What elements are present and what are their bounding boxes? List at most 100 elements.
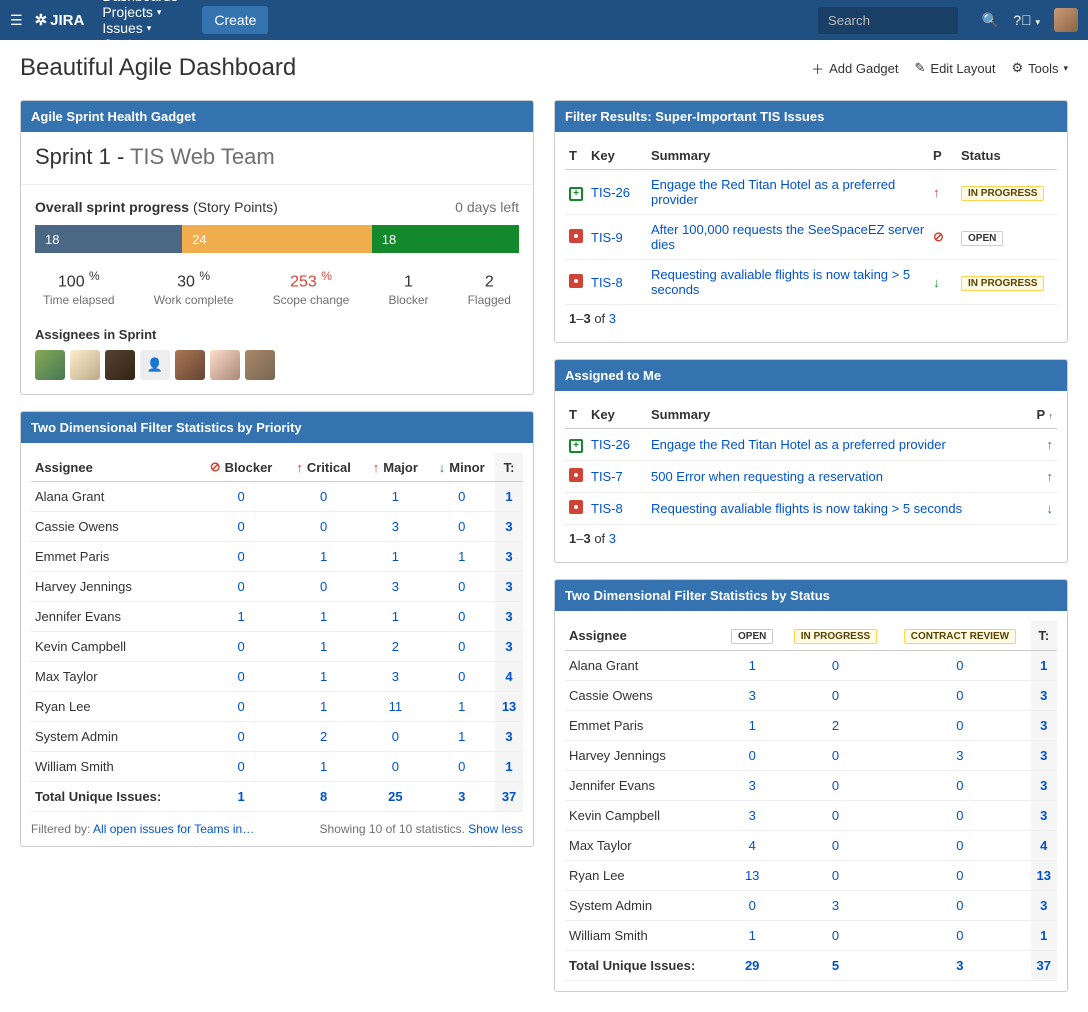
assignee-name[interactable]: System Admin: [31, 722, 197, 752]
row-total[interactable]: 1: [505, 759, 512, 774]
stat-cell[interactable]: 0: [237, 579, 244, 594]
pager-total[interactable]: 3: [609, 531, 616, 546]
stat-cell[interactable]: 1: [320, 699, 327, 714]
stat-cell[interactable]: 1: [458, 729, 465, 744]
assignee-name[interactable]: Alana Grant: [31, 482, 197, 512]
row-total[interactable]: 3: [1040, 718, 1047, 733]
stat-cell[interactable]: 0: [320, 489, 327, 504]
stat-cell[interactable]: 0: [458, 639, 465, 654]
status-col-head[interactable]: CONTRACT REVIEW: [904, 629, 1016, 644]
issue-summary[interactable]: Engage the Red Titan Hotel as a preferre…: [651, 177, 895, 207]
row-total[interactable]: 3: [1040, 898, 1047, 913]
stat-cell[interactable]: 3: [392, 519, 399, 534]
status-col-head[interactable]: OPEN: [731, 629, 773, 644]
issue-summary[interactable]: Requesting avaliable flights is now taki…: [651, 267, 910, 297]
stat-cell[interactable]: 0: [237, 729, 244, 744]
row-total[interactable]: 3: [505, 579, 512, 594]
row-total[interactable]: 3: [1040, 778, 1047, 793]
assignee-name[interactable]: Ryan Lee: [31, 692, 197, 722]
row-total[interactable]: 13: [502, 699, 516, 714]
assignee-name[interactable]: Kevin Campbell: [565, 801, 723, 831]
stat-cell[interactable]: 0: [320, 579, 327, 594]
stat-cell[interactable]: 0: [832, 658, 839, 673]
assignee-name[interactable]: Max Taylor: [31, 662, 197, 692]
stat-cell[interactable]: 0: [832, 868, 839, 883]
stat-cell[interactable]: 1: [320, 639, 327, 654]
stat-cell[interactable]: 0: [832, 808, 839, 823]
stat-cell[interactable]: 0: [956, 658, 963, 673]
issue-row[interactable]: TIS-9After 100,000 requests the SeeSpace…: [565, 215, 1057, 260]
stat-cell[interactable]: 0: [237, 519, 244, 534]
status-col-head[interactable]: IN PROGRESS: [794, 629, 877, 644]
issue-summary[interactable]: Requesting avaliable flights is now taki…: [651, 501, 962, 516]
row-total[interactable]: 3: [1040, 808, 1047, 823]
issue-row[interactable]: TIS-7500 Error when requesting a reserva…: [565, 461, 1057, 493]
assignee-name[interactable]: William Smith: [31, 752, 197, 782]
row-total[interactable]: 4: [1040, 838, 1047, 853]
col-total[interactable]: 1: [237, 789, 244, 804]
avatar[interactable]: [35, 350, 65, 380]
col-total[interactable]: 8: [320, 789, 327, 804]
col-total[interactable]: 29: [745, 958, 759, 973]
stat-cell[interactable]: 0: [956, 928, 963, 943]
col-total[interactable]: 3: [458, 789, 465, 804]
assignee-name[interactable]: Ryan Lee: [565, 861, 723, 891]
user-avatar[interactable]: [1054, 8, 1078, 32]
row-total[interactable]: 4: [505, 669, 512, 684]
row-total[interactable]: 3: [1040, 748, 1047, 763]
stat-cell[interactable]: 0: [458, 669, 465, 684]
issue-key[interactable]: TIS-8: [591, 501, 623, 516]
row-total[interactable]: 1: [1040, 928, 1047, 943]
stat-cell[interactable]: 1: [749, 658, 756, 673]
stat-cell[interactable]: 0: [956, 898, 963, 913]
stat-cell[interactable]: 0: [832, 748, 839, 763]
avatar[interactable]: [245, 350, 275, 380]
stat-cell[interactable]: 0: [237, 489, 244, 504]
stat-cell[interactable]: 0: [956, 718, 963, 733]
row-total[interactable]: 1: [1040, 658, 1047, 673]
filter-link[interactable]: All open issues for Teams in…: [93, 822, 254, 836]
stat-cell[interactable]: 0: [458, 759, 465, 774]
stat-cell[interactable]: 4: [749, 838, 756, 853]
avatar[interactable]: [70, 350, 100, 380]
assignee-name[interactable]: Alana Grant: [565, 651, 723, 681]
stat-cell[interactable]: 0: [237, 669, 244, 684]
grand-total[interactable]: 37: [1037, 958, 1051, 973]
assignee-name[interactable]: Cassie Owens: [31, 512, 197, 542]
stat-cell[interactable]: 0: [832, 928, 839, 943]
create-button[interactable]: Create: [202, 6, 268, 34]
row-total[interactable]: 13: [1037, 868, 1051, 883]
assignee-name[interactable]: William Smith: [565, 921, 723, 951]
grand-total[interactable]: 37: [502, 789, 516, 804]
avatar[interactable]: [175, 350, 205, 380]
row-total[interactable]: 3: [505, 549, 512, 564]
jira-logo[interactable]: ✲ JIRA: [35, 11, 85, 29]
stat-cell[interactable]: 2: [320, 729, 327, 744]
stat-cell[interactable]: 1: [392, 549, 399, 564]
issue-key[interactable]: TIS-9: [591, 230, 623, 245]
stat-cell[interactable]: 3: [392, 669, 399, 684]
stat-cell[interactable]: 0: [956, 838, 963, 853]
stat-cell[interactable]: 1: [320, 759, 327, 774]
assignee-name[interactable]: Jennifer Evans: [565, 771, 723, 801]
stat-cell[interactable]: 1: [392, 609, 399, 624]
stat-cell[interactable]: 0: [956, 778, 963, 793]
issue-summary[interactable]: Engage the Red Titan Hotel as a preferre…: [651, 437, 946, 452]
row-total[interactable]: 3: [505, 639, 512, 654]
app-menu-icon[interactable]: ☰: [10, 12, 23, 29]
row-total[interactable]: 3: [505, 729, 512, 744]
stat-cell[interactable]: 3: [832, 898, 839, 913]
stat-cell[interactable]: 11: [389, 699, 403, 714]
assignee-name[interactable]: System Admin: [565, 891, 723, 921]
issue-key[interactable]: TIS-26: [591, 437, 630, 452]
col-total[interactable]: 3: [956, 958, 963, 973]
pager-total[interactable]: 3: [609, 311, 616, 326]
issue-row[interactable]: TIS-8Requesting avaliable flights is now…: [565, 260, 1057, 305]
help-icon[interactable]: ?⃝ ▾: [1013, 12, 1040, 28]
stat-cell[interactable]: 0: [749, 748, 756, 763]
stat-cell[interactable]: 0: [237, 639, 244, 654]
stat-cell[interactable]: 1: [237, 609, 244, 624]
avatar-default[interactable]: 👤: [140, 350, 170, 380]
nav-item-issues[interactable]: Issues ▾: [102, 20, 186, 36]
search-input[interactable]: [818, 7, 958, 34]
